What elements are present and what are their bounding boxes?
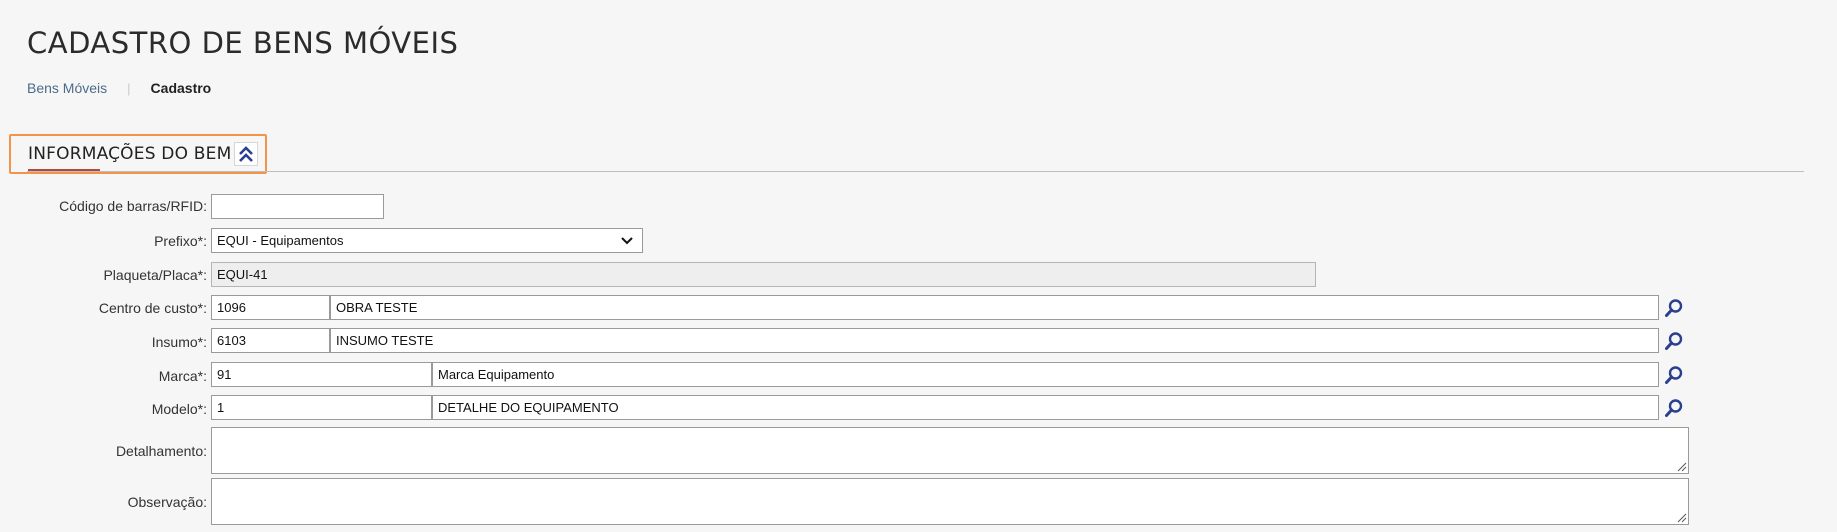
brand-code[interactable]: 91: [211, 362, 432, 387]
search-icon: [1664, 331, 1682, 350]
cost-center-label: Centro de custo*:: [98, 300, 207, 316]
model-search-button[interactable]: [1660, 395, 1687, 420]
collapse-section-button[interactable]: [234, 142, 258, 166]
barcode-input[interactable]: [211, 194, 384, 219]
model-code[interactable]: 1: [211, 395, 432, 420]
search-icon: [1664, 365, 1682, 384]
cost-center-description[interactable]: OBRA TESTE: [330, 295, 1659, 320]
input-search-button[interactable]: [1660, 328, 1687, 353]
model-label: Modelo*:: [151, 401, 207, 417]
barcode-label: Código de barras/RFID:: [59, 198, 207, 214]
observation-label: Observação:: [127, 494, 207, 510]
brand-label: Marca*:: [158, 368, 207, 384]
observation-container: [211, 478, 1689, 525]
input-code[interactable]: 6103: [211, 328, 330, 353]
chevron-down-icon: [621, 236, 633, 244]
breadcrumb-link-bens-moveis[interactable]: Bens Móveis: [27, 80, 107, 96]
model-description[interactable]: DETALHE DO EQUIPAMENTO: [432, 395, 1659, 420]
search-icon: [1664, 398, 1682, 417]
plate-label: Plaqueta/Placa*:: [103, 267, 207, 283]
detail-label: Detalhamento:: [115, 443, 207, 459]
brand-search-button[interactable]: [1660, 362, 1687, 387]
prefix-select-value: EQUI - Equipamentos: [217, 233, 344, 248]
cost-center-search-button[interactable]: [1660, 295, 1687, 320]
detail-textarea[interactable]: [211, 427, 1689, 474]
cost-center-code[interactable]: 1096: [211, 295, 330, 320]
section-header: INFORMAÇÕES DO BEM: [9, 134, 267, 174]
brand-description[interactable]: Marca Equipamento: [432, 362, 1659, 387]
observation-textarea[interactable]: [211, 478, 1689, 525]
prefix-select[interactable]: EQUI - Equipamentos: [211, 228, 643, 253]
breadcrumb-separator: |: [127, 80, 131, 96]
breadcrumb-current: Cadastro: [150, 80, 212, 96]
section-divider: [27, 171, 1804, 172]
double-chevron-up-icon: [239, 146, 253, 162]
breadcrumb: Bens Móveis | Cadastro: [27, 80, 211, 96]
prefix-label: Prefixo*:: [154, 233, 207, 249]
input-label: Insumo*:: [151, 334, 207, 350]
search-icon: [1664, 298, 1682, 317]
page-title: CADASTRO DE BENS MÓVEIS: [27, 26, 459, 60]
plate-field: EQUI-41: [211, 262, 1316, 287]
section-title: INFORMAÇÕES DO BEM: [28, 144, 232, 164]
input-description[interactable]: INSUMO TESTE: [330, 328, 1659, 353]
detail-container: [211, 427, 1689, 474]
